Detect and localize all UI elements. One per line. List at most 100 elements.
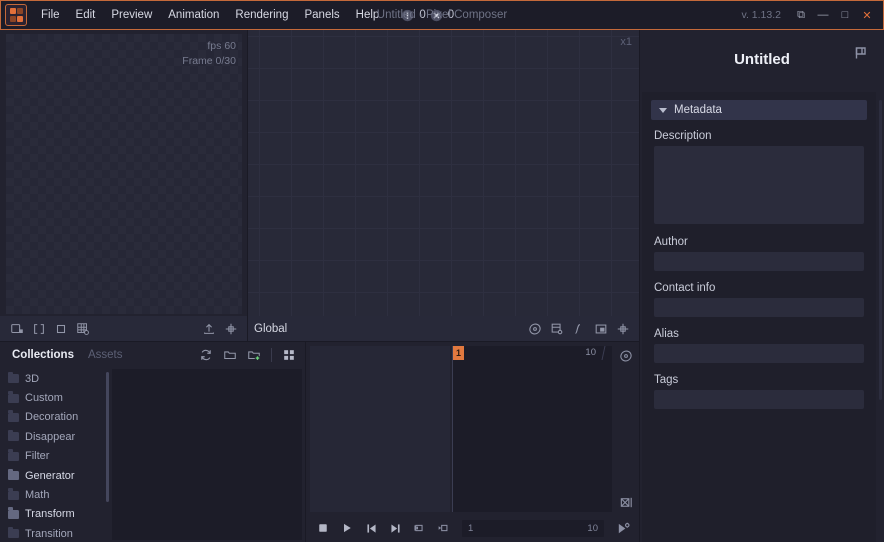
collections-folder-list[interactable]: 3D Custom Decoration Disappear Filter Ge…: [4, 369, 108, 542]
preview-stats: fps 60 Frame 0/30: [182, 39, 236, 69]
tab-assets[interactable]: Assets: [82, 346, 129, 364]
play-button[interactable]: [336, 518, 358, 538]
folder-icon: [8, 371, 19, 384]
notice-count: 0: [419, 9, 426, 21]
stop-button[interactable]: [312, 518, 334, 538]
menu-edit[interactable]: Edit: [68, 4, 104, 26]
timeline-end-label: 10: [585, 347, 596, 358]
recenter-icon[interactable]: [220, 319, 242, 339]
folder-icon: [8, 507, 19, 519]
menu-file[interactable]: File: [33, 4, 68, 26]
collections-header: Collections Assets: [0, 342, 306, 368]
timeline-end-tick: [601, 346, 606, 360]
list-item[interactable]: Transform: [4, 505, 108, 524]
tab-collections[interactable]: Collections: [6, 346, 80, 364]
contact-info-field[interactable]: [654, 298, 864, 317]
node-preview-icon[interactable]: [524, 319, 546, 339]
list-item[interactable]: 3D: [4, 369, 108, 388]
restore-layout-button[interactable]: ⧉: [791, 5, 811, 25]
last-frame-button[interactable]: [384, 518, 406, 538]
folder-icon: [8, 429, 19, 442]
field-label-author: Author: [654, 236, 688, 248]
section-header-metadata[interactable]: Metadata: [651, 100, 867, 120]
next-keyframe-button[interactable]: [432, 518, 454, 538]
list-item[interactable]: Custom: [4, 388, 108, 407]
error-count: 0: [447, 9, 455, 21]
fps-label: fps 60: [207, 40, 236, 52]
preview-canvas[interactable]: fps 60 Frame 0/30: [6, 34, 242, 314]
grid-view-icon[interactable]: [278, 345, 300, 365]
node-list-icon[interactable]: [546, 319, 568, 339]
brackets-icon[interactable]: [28, 319, 50, 339]
menu-panels[interactable]: Panels: [296, 4, 347, 26]
list-item[interactable]: Decoration: [4, 408, 108, 427]
tags-field[interactable]: [654, 390, 864, 409]
error-indicator[interactable]: 0: [430, 9, 454, 22]
timeline-track-area[interactable]: 1 10: [452, 346, 612, 512]
graph-toolbar: Global: [248, 316, 640, 342]
maximize-button[interactable]: □: [835, 5, 855, 25]
logo-dot: [16, 15, 23, 22]
folder-icon: [8, 391, 19, 403]
pixel-composer-logo[interactable]: [5, 4, 27, 26]
curve-icon[interactable]: [568, 319, 590, 339]
graph-zoom-level: x1: [620, 36, 632, 48]
collections-scrollbar[interactable]: [106, 372, 109, 502]
field-label-tags: Tags: [654, 374, 679, 386]
animation-settings-icon[interactable]: [612, 518, 634, 538]
splitter-collections-timeline[interactable]: [305, 342, 306, 542]
title-bar: File Edit Preview Animation Rendering Pa…: [0, 0, 884, 30]
list-item[interactable]: Generator: [4, 466, 108, 485]
status-indicators: 0 0: [401, 9, 454, 22]
field-label-alias: Alias: [654, 328, 679, 340]
author-field[interactable]: [654, 252, 864, 271]
menu-animation[interactable]: Animation: [160, 4, 227, 26]
timeline-track-names[interactable]: [310, 346, 450, 512]
range-start-value: 1: [468, 522, 474, 534]
node-graph-canvas[interactable]: x1: [248, 30, 640, 316]
notice-indicator[interactable]: 0: [401, 9, 426, 22]
close-button[interactable]: ✕: [857, 5, 877, 25]
prev-keyframe-button[interactable]: [408, 518, 430, 538]
list-item-label: Disappear: [25, 430, 76, 443]
add-folder-icon[interactable]: [243, 345, 265, 365]
refresh-icon[interactable]: [195, 345, 217, 365]
folder-icon: [8, 488, 19, 500]
folder-icon: [8, 410, 19, 422]
list-item-label: Transition: [25, 527, 73, 540]
minimap-icon[interactable]: [590, 319, 612, 339]
splitter-top-bottom[interactable]: [0, 341, 640, 342]
description-field[interactable]: [654, 146, 864, 224]
grid-settings-icon[interactable]: [72, 319, 94, 339]
save-icon[interactable]: [850, 42, 872, 64]
timeline-range-field[interactable]: 1 10: [462, 519, 604, 537]
page-title: Untitled: [734, 50, 790, 68]
inspector-scrollbar[interactable]: [879, 100, 882, 400]
list-item[interactable]: Filter: [4, 447, 108, 466]
menu-preview[interactable]: Preview: [103, 4, 160, 26]
first-frame-button[interactable]: [360, 518, 382, 538]
square-icon[interactable]: [50, 319, 72, 339]
list-item[interactable]: Math: [4, 485, 108, 504]
list-item-label: Math: [25, 489, 50, 502]
folder-icon[interactable]: [219, 345, 241, 365]
timeline-ruler[interactable]: 1 10: [453, 346, 612, 360]
minimize-button[interactable]: —: [813, 5, 833, 25]
lock-canvas-icon[interactable]: [6, 319, 28, 339]
menu-rendering[interactable]: Rendering: [227, 4, 296, 26]
splitter-preview-graph[interactable]: [247, 30, 248, 342]
menu-help[interactable]: Help: [348, 4, 388, 26]
playhead-marker[interactable]: 1: [453, 346, 464, 360]
alias-field[interactable]: [654, 344, 864, 363]
timeline-side-tools: [614, 346, 638, 512]
export-icon[interactable]: [198, 319, 220, 339]
frame-label: Frame 0/30: [182, 55, 236, 67]
list-item[interactable]: Disappear: [4, 427, 108, 446]
animation-panel: 1 10 1 10: [306, 342, 640, 542]
scale-keys-icon[interactable]: [615, 492, 637, 512]
recenter-graph-icon[interactable]: [612, 319, 634, 339]
list-item[interactable]: Transition: [4, 524, 108, 542]
splitter-main-inspector[interactable]: [639, 30, 640, 542]
keyframe-tool-icon[interactable]: [615, 346, 637, 366]
collections-content-area[interactable]: [112, 369, 302, 540]
